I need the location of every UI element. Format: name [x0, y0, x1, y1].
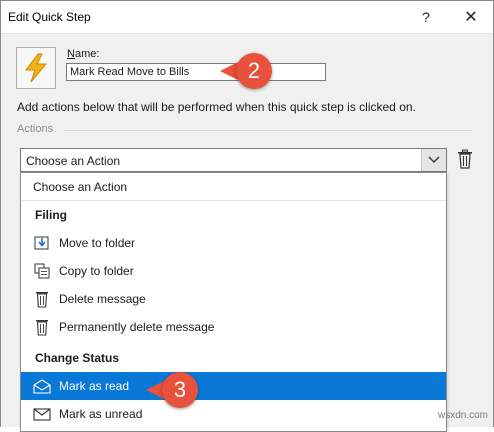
group-header-filing: Filing — [21, 201, 446, 229]
group-header-label: Change Status — [35, 351, 120, 365]
name-label-accelerator: N — [67, 48, 75, 60]
title-bar: Edit Quick Step ? ✕ — [1, 1, 493, 33]
chevron-down-icon — [428, 156, 440, 163]
quickstep-icon-button[interactable] — [16, 47, 56, 89]
list-item-copy-to-folder[interactable]: Copy to folder — [21, 257, 446, 285]
closed-envelope-icon — [33, 405, 51, 423]
help-icon: ? — [422, 9, 430, 25]
trash-icon — [33, 290, 51, 308]
help-button[interactable]: ? — [406, 1, 446, 33]
close-button[interactable]: ✕ — [451, 1, 491, 33]
list-item-label: Choose an Action — [33, 179, 128, 194]
list-item-label: Mark as unread — [59, 407, 143, 421]
list-item-label: Move to folder — [59, 236, 136, 250]
group-header-change-status: Change Status — [21, 344, 446, 372]
move-to-folder-icon — [33, 234, 51, 252]
list-item-mark-as-read[interactable]: Mark as read — [21, 372, 446, 400]
lightning-bolt-icon — [25, 53, 48, 83]
section-divider — [64, 130, 472, 131]
open-envelope-icon — [33, 377, 51, 395]
callout-step-3: 3 — [162, 372, 198, 408]
list-item-label: Delete message — [59, 292, 146, 306]
combobox-value: Choose an Action — [26, 154, 121, 168]
name-label: Name: — [67, 48, 99, 60]
list-item-label: Copy to folder — [59, 264, 134, 278]
close-icon: ✕ — [464, 9, 478, 26]
trash-icon — [33, 318, 51, 336]
list-item-label: Mark as read — [59, 379, 130, 393]
action-dropdown-list: Choose an Action Filing Move to folder C… — [20, 172, 447, 432]
list-item-permanently-delete[interactable]: Permanently delete message — [21, 313, 446, 341]
choose-action-combobox[interactable]: Choose an Action — [20, 148, 447, 172]
copy-to-folder-icon — [33, 262, 51, 280]
group-header-label: Filing — [35, 208, 67, 222]
list-item-move-to-folder[interactable]: Move to folder — [21, 229, 446, 257]
actions-section-label: Actions — [17, 123, 54, 135]
callout-step-2: 2 — [236, 53, 272, 89]
combobox-dropdown-button[interactable] — [421, 149, 446, 171]
delete-action-icon[interactable] — [457, 149, 473, 169]
list-item-mark-as-unread[interactable]: Mark as unread — [21, 400, 446, 428]
name-label-text: ame: — [74, 48, 100, 60]
instruction-text: Add actions below that will be performed… — [17, 100, 416, 114]
list-item-label: Permanently delete message — [59, 320, 215, 334]
watermark: wsxdn.com — [438, 410, 489, 421]
list-item-delete-message[interactable]: Delete message — [21, 285, 446, 313]
dialog-title: Edit Quick Step — [8, 10, 91, 24]
list-item-choose-action[interactable]: Choose an Action — [21, 173, 446, 201]
name-input[interactable]: Mark Read Move to Bills — [66, 63, 326, 81]
